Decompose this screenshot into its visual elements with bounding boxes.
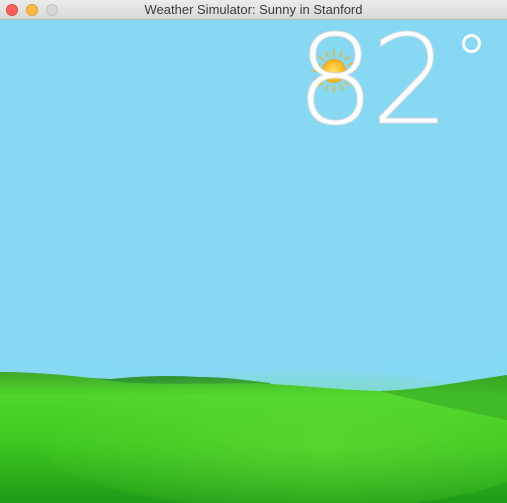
window-title: Weather Simulator: Sunny in Stanford — [144, 2, 363, 17]
weather-canvas: 82 — [0, 20, 507, 503]
title-bar[interactable]: Weather Simulator: Sunny in Stanford — [0, 0, 507, 20]
temperature-value: 82 — [296, 20, 451, 154]
temperature-display: 82 — [296, 20, 501, 154]
degree-symbol — [462, 34, 481, 53]
app-window: Weather Simulator: Sunny in Stanford 82 — [0, 0, 507, 503]
